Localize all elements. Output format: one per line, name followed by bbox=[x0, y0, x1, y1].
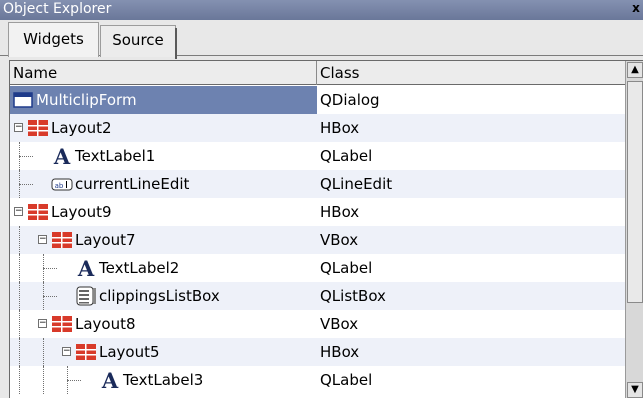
object-name: TextLabel2 bbox=[99, 259, 180, 277]
name-cell[interactable]: clippingsListBox bbox=[10, 282, 317, 310]
layout-icon bbox=[75, 341, 97, 363]
tree-row[interactable]: − Layout8 VBox bbox=[10, 310, 626, 338]
scroll-down-icon[interactable]: ▼ bbox=[627, 382, 643, 398]
tree-rows: MulticlipForm QDialog − Layout2 HBox A TextLab… bbox=[10, 86, 626, 398]
title-bar: Object Explorer x bbox=[0, 0, 643, 20]
object-tree[interactable]: Name Class MulticlipForm QDialog − Layout2 H… bbox=[9, 60, 643, 398]
svg-text:ab: ab bbox=[55, 182, 64, 190]
text-label-icon: A bbox=[51, 144, 73, 169]
tree-guide-line bbox=[19, 226, 20, 254]
name-cell[interactable]: A TextLabel1 bbox=[10, 142, 317, 170]
text-label-icon: A bbox=[75, 256, 97, 281]
tree-guide-line bbox=[19, 310, 20, 338]
name-cell[interactable]: A TextLabel2 bbox=[10, 254, 317, 282]
tree-guide-line bbox=[19, 282, 20, 310]
tab-source[interactable]: Source bbox=[100, 25, 177, 59]
tree-row[interactable]: clippingsListBox QListBox bbox=[10, 282, 626, 310]
name-cell[interactable]: − Layout8 bbox=[10, 310, 317, 338]
object-name: MulticlipForm bbox=[36, 91, 137, 109]
class-cell[interactable]: QDialog bbox=[317, 86, 626, 114]
tree-guide-line bbox=[19, 366, 20, 394]
name-cell[interactable]: − Layout9 bbox=[10, 198, 317, 226]
object-name: Layout7 bbox=[75, 231, 136, 249]
layout-icon bbox=[51, 229, 73, 251]
layout-icon bbox=[51, 313, 73, 335]
name-cell[interactable]: − Layout5 bbox=[10, 338, 317, 366]
class-cell[interactable]: VBox bbox=[317, 226, 626, 254]
tree-row[interactable]: A TextLabel2 QLabel bbox=[10, 254, 626, 282]
tree-guide-line bbox=[43, 338, 44, 366]
class-cell[interactable]: HBox bbox=[317, 198, 626, 226]
object-name: clippingsListBox bbox=[99, 287, 220, 305]
tree-branch-line bbox=[19, 156, 33, 157]
tree-branch-line bbox=[19, 184, 33, 185]
collapse-icon[interactable]: − bbox=[38, 319, 47, 328]
class-cell[interactable]: QLabel bbox=[317, 254, 626, 282]
name-cell[interactable]: A TextLabel3 bbox=[10, 366, 317, 394]
svg-text:A: A bbox=[53, 145, 71, 167]
class-cell[interactable]: QLabel bbox=[317, 142, 626, 170]
dialog-icon bbox=[12, 89, 34, 111]
class-cell[interactable]: QLineEdit bbox=[317, 170, 626, 198]
tree-row[interactable]: − Layout9 HBox bbox=[10, 198, 626, 226]
tree-row[interactable]: − Layout2 HBox bbox=[10, 114, 626, 142]
class-cell[interactable]: QListBox bbox=[317, 282, 626, 310]
list-box-icon bbox=[75, 285, 97, 307]
scrollbar-thumb[interactable] bbox=[627, 81, 643, 303]
tree-row[interactable]: A TextLabel1 QLabel bbox=[10, 142, 626, 170]
name-cell[interactable]: MulticlipForm bbox=[10, 86, 317, 114]
tab-bar: Widgets Source bbox=[0, 20, 643, 59]
column-header-name[interactable]: Name bbox=[10, 61, 317, 85]
text-label-icon: A bbox=[99, 368, 121, 393]
collapse-icon[interactable]: − bbox=[14, 207, 23, 216]
tree-branch-line bbox=[43, 296, 57, 297]
object-name: Layout5 bbox=[99, 343, 160, 361]
object-name: currentLineEdit bbox=[75, 175, 190, 193]
column-name-label: Name bbox=[13, 64, 58, 82]
svg-text:A: A bbox=[101, 369, 119, 391]
tree-branch-line bbox=[43, 268, 57, 269]
column-header-class[interactable]: Class bbox=[317, 61, 626, 85]
tree-guide-line bbox=[19, 254, 20, 282]
name-cell[interactable]: ab currentLineEdit bbox=[10, 170, 317, 198]
tree-guide-line bbox=[19, 338, 20, 366]
tree-row[interactable]: ab currentLineEdit QLineEdit bbox=[10, 170, 626, 198]
layout-icon bbox=[27, 117, 49, 139]
collapse-icon[interactable]: − bbox=[14, 123, 23, 132]
class-cell[interactable]: QLabel bbox=[317, 366, 626, 394]
class-cell[interactable]: VBox bbox=[317, 310, 626, 338]
tab-source-label: Source bbox=[112, 31, 164, 49]
vertical-scrollbar[interactable]: ▲ ▼ bbox=[625, 61, 643, 398]
line-edit-icon: ab bbox=[51, 173, 73, 195]
name-cell[interactable]: − Layout2 bbox=[10, 114, 317, 142]
tab-widgets-label: Widgets bbox=[23, 30, 84, 48]
window-title: Object Explorer bbox=[3, 1, 112, 17]
tree-row[interactable]: − Layout7 VBox bbox=[10, 226, 626, 254]
svg-text:A: A bbox=[77, 257, 95, 279]
class-cell[interactable]: HBox bbox=[317, 338, 626, 366]
tree-row[interactable]: − Layout5 HBox bbox=[10, 338, 626, 366]
name-cell[interactable]: − Layout7 bbox=[10, 226, 317, 254]
layout-icon bbox=[27, 201, 49, 223]
column-header: Name Class bbox=[10, 61, 626, 85]
tree-guide-line bbox=[43, 366, 44, 394]
close-icon[interactable]: x bbox=[630, 1, 642, 15]
object-name: TextLabel3 bbox=[123, 371, 204, 389]
object-name: Layout9 bbox=[51, 203, 112, 221]
collapse-icon[interactable]: − bbox=[62, 347, 71, 356]
collapse-icon[interactable]: − bbox=[38, 235, 47, 244]
tree-branch-line bbox=[67, 380, 81, 381]
object-name: TextLabel1 bbox=[75, 147, 156, 165]
object-name: Layout8 bbox=[75, 315, 136, 333]
tree-row[interactable]: MulticlipForm QDialog bbox=[10, 86, 626, 114]
tree-row[interactable]: A TextLabel3 QLabel bbox=[10, 366, 626, 394]
scroll-up-icon[interactable]: ▲ bbox=[627, 62, 643, 78]
class-cell[interactable]: HBox bbox=[317, 114, 626, 142]
object-name: Layout2 bbox=[51, 119, 112, 137]
tab-widgets[interactable]: Widgets bbox=[8, 22, 99, 57]
column-class-label: Class bbox=[320, 64, 360, 82]
